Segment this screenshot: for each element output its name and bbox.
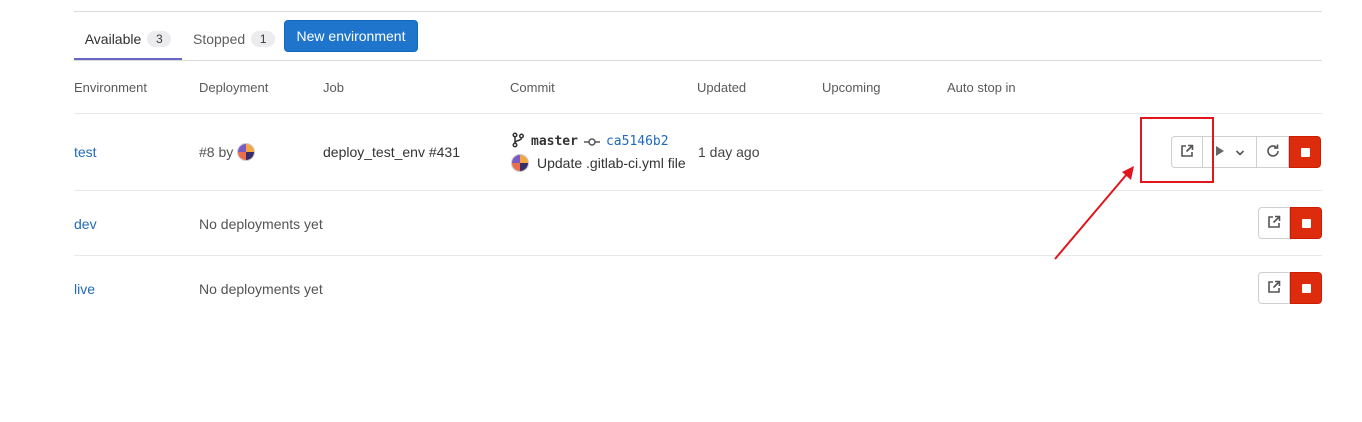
tab-stopped-count: 1	[251, 31, 276, 47]
column-header-job: Job	[323, 80, 344, 95]
tab-available-count: 3	[147, 30, 172, 47]
commit-ref: master ca5146b2	[511, 132, 669, 151]
commit-icon	[583, 134, 600, 150]
avatar[interactable]	[511, 154, 529, 172]
branch-name[interactable]: master	[531, 134, 578, 149]
retry-icon	[1265, 143, 1281, 162]
job-link[interactable]: deploy_test_env #431	[323, 144, 460, 160]
new-environment-button[interactable]: New environment	[284, 20, 418, 52]
environment-name-link[interactable]: dev	[74, 216, 97, 232]
environment-tabs: Available 3 Stopped 1 New environment	[74, 19, 1322, 61]
column-header-commit: Commit	[510, 80, 555, 95]
updated-time: 1 day ago	[698, 144, 760, 160]
no-deployments-text: No deployments yet	[199, 281, 323, 297]
column-header-environment: Environment	[74, 80, 147, 95]
external-link-icon	[1267, 280, 1281, 297]
table-header: Environment Deployment Job Commit Update…	[74, 61, 1322, 114]
stop-icon	[1301, 283, 1311, 293]
stop-environment-button[interactable]	[1290, 207, 1322, 239]
tab-available[interactable]: Available 3	[74, 19, 182, 60]
play-icon	[1215, 144, 1225, 160]
branch-icon	[511, 132, 525, 151]
chevron-down-icon	[1235, 144, 1245, 160]
stop-icon	[1301, 218, 1311, 228]
environment-name-link[interactable]: test	[74, 144, 97, 160]
stop-environment-button[interactable]	[1289, 136, 1321, 168]
stop-icon	[1300, 147, 1310, 157]
external-link-icon	[1267, 215, 1281, 232]
environment-actions	[1258, 207, 1322, 239]
table-row: live No deployments yet	[74, 256, 1322, 320]
table-row: test #8 by deploy_test_env #431 master c…	[74, 114, 1322, 191]
avatar[interactable]	[237, 143, 256, 161]
tab-stopped[interactable]: Stopped 1	[193, 19, 276, 59]
deployment-number: #8 by	[199, 144, 234, 160]
column-header-upcoming: Upcoming	[822, 80, 881, 95]
tab-available-label: Available	[84, 30, 142, 47]
environment-actions	[1258, 272, 1322, 304]
environment-name-link[interactable]: live	[74, 281, 95, 297]
external-link-button[interactable]	[1258, 207, 1290, 239]
rollback-button[interactable]	[1257, 136, 1289, 168]
tab-stopped-label: Stopped	[193, 31, 246, 47]
commit-message: Update .gitlab-ci.yml file	[511, 154, 686, 172]
column-header-deployment: Deployment	[199, 80, 269, 95]
deployment-cell: #8 by	[199, 143, 256, 161]
commit-title-link[interactable]: Update .gitlab-ci.yml file	[537, 155, 686, 171]
top-divider	[74, 11, 1322, 12]
column-header-updated: Updated	[697, 80, 747, 95]
column-header-auto-stop: Auto stop in	[947, 80, 1016, 95]
no-deployments-text: No deployments yet	[199, 216, 323, 232]
annotation-highlight-box	[1140, 117, 1214, 183]
table-row: dev No deployments yet	[74, 191, 1322, 256]
external-link-button[interactable]	[1258, 272, 1290, 304]
commit-sha-link[interactable]: ca5146b2	[606, 134, 669, 149]
stop-environment-button[interactable]	[1290, 272, 1322, 304]
